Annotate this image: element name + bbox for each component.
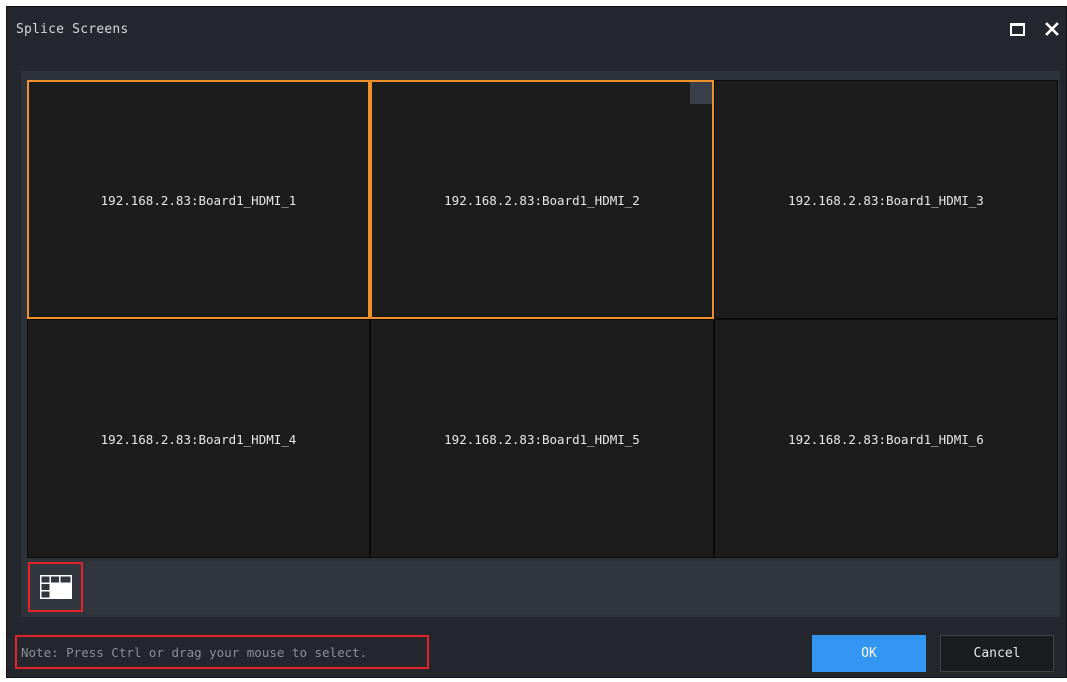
splice-layout-button[interactable] <box>28 562 83 612</box>
screen-cell-3[interactable]: 192.168.2.83:Board1_HDMI_3 <box>714 80 1058 319</box>
close-button[interactable] <box>1040 17 1064 41</box>
screen-cell-1[interactable]: 192.168.2.83:Board1_HDMI_1 <box>27 80 370 319</box>
screen-cell-6[interactable]: 192.168.2.83:Board1_HDMI_6 <box>714 319 1058 558</box>
selection-note: Note: Press Ctrl or drag your mouse to s… <box>15 635 429 669</box>
close-icon <box>1045 22 1059 36</box>
screen-label: 192.168.2.83:Board1_HDMI_2 <box>444 193 640 208</box>
screen-label: 192.168.2.83:Board1_HDMI_1 <box>100 193 297 208</box>
screen-label: 192.168.2.83:Board1_HDMI_6 <box>788 432 984 447</box>
title-bar[interactable]: Splice Screens <box>7 7 1066 51</box>
splice-screens-dialog: Splice Screens 192.168.2.83:Board1_HDMI_… <box>6 6 1067 678</box>
screen-cell-2[interactable]: 192.168.2.83:Board1_HDMI_2 <box>370 80 714 319</box>
screen-cell-5[interactable]: 192.168.2.83:Board1_HDMI_5 <box>370 319 714 558</box>
screen-label: 192.168.2.83:Board1_HDMI_4 <box>100 432 297 447</box>
splice-layout-icon <box>39 575 72 599</box>
screen-area: 192.168.2.83:Board1_HDMI_1 192.168.2.83:… <box>21 71 1060 617</box>
maximize-icon <box>1009 22 1025 36</box>
dialog-footer: Note: Press Ctrl or drag your mouse to s… <box>7 621 1066 677</box>
ok-button[interactable]: OK <box>812 635 926 672</box>
screen-label: 192.168.2.83:Board1_HDMI_5 <box>444 432 640 447</box>
screen-corner-handle[interactable] <box>690 82 712 104</box>
dialog-title: Splice Screens <box>16 22 129 37</box>
cancel-button[interactable]: Cancel <box>940 635 1054 672</box>
screen-cell-4[interactable]: 192.168.2.83:Board1_HDMI_4 <box>27 319 370 558</box>
screen-label: 192.168.2.83:Board1_HDMI_3 <box>788 193 984 208</box>
screen-grid: 192.168.2.83:Board1_HDMI_1 192.168.2.83:… <box>27 80 1058 558</box>
splice-toolbar <box>27 561 1058 615</box>
maximize-button[interactable] <box>1005 17 1029 41</box>
